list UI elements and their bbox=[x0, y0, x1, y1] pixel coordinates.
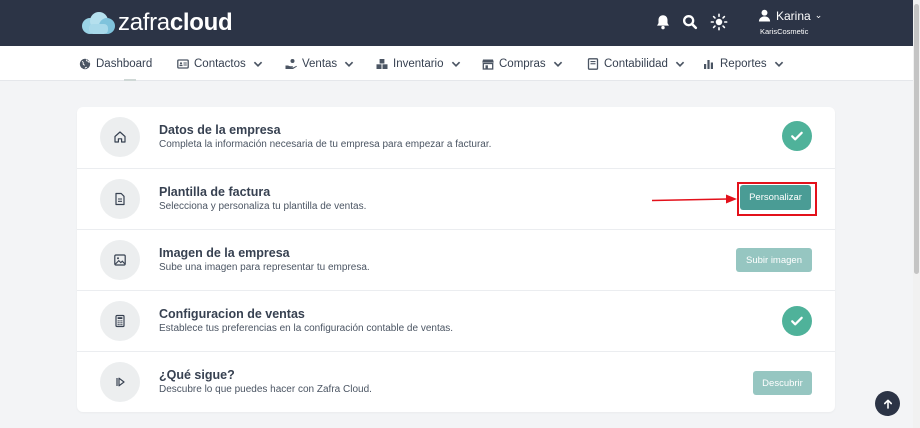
top-bar: zafracloud Karina ⌄ KarisCosmetic bbox=[0, 0, 920, 46]
document-icon bbox=[100, 179, 140, 219]
step-title: Imagen de la empresa bbox=[159, 246, 290, 260]
step-que-sigue: ¿Qué sigue? Descubre lo que puedes hacer… bbox=[77, 351, 835, 412]
calculator-icon bbox=[100, 301, 140, 341]
nav-active-indicator bbox=[124, 79, 136, 81]
step-datos-empresa: Datos de la empresa Completa la informac… bbox=[77, 107, 835, 168]
user-icon bbox=[758, 9, 771, 22]
cloud-logo-icon bbox=[82, 12, 115, 34]
search-icon[interactable] bbox=[681, 13, 699, 31]
step-description: Sube una imagen para representar tu empr… bbox=[159, 262, 370, 273]
nav-dashboard[interactable]: Dashboard bbox=[79, 46, 152, 81]
step-description: Descubre lo que puedes hacer con Zafra C… bbox=[159, 384, 372, 395]
step-description: Selecciona y personaliza tu plantilla de… bbox=[159, 201, 367, 212]
step-description: Completa la información necesaria de tu … bbox=[159, 139, 492, 150]
company-name: KarisCosmetic bbox=[760, 27, 809, 36]
nav-label: Reportes bbox=[720, 57, 767, 70]
boxes-icon bbox=[376, 58, 388, 69]
chevron-down-icon bbox=[675, 61, 685, 67]
bell-icon[interactable] bbox=[654, 13, 672, 31]
home-icon bbox=[100, 117, 140, 157]
book-icon bbox=[587, 57, 599, 70]
check-icon bbox=[782, 121, 812, 151]
step-imagen-empresa: Imagen de la empresa Sube una imagen par… bbox=[77, 229, 835, 290]
nav-reportes[interactable]: Reportes bbox=[703, 46, 790, 81]
nav-label: Contactos bbox=[194, 57, 246, 70]
nav-ventas[interactable]: Ventas bbox=[285, 46, 360, 81]
step-title: Datos de la empresa bbox=[159, 123, 281, 137]
annotation-highlight-box bbox=[737, 182, 817, 216]
chevron-down-icon bbox=[553, 61, 562, 67]
check-icon bbox=[782, 306, 812, 336]
logo-text-bold: cloud bbox=[169, 9, 233, 36]
nav-label: Ventas bbox=[302, 57, 338, 70]
onboarding-checklist: Datos de la empresa Completa la informac… bbox=[77, 107, 835, 412]
step-title: ¿Qué sigue? bbox=[159, 368, 235, 382]
store-icon bbox=[482, 59, 494, 70]
step-title: Plantilla de factura bbox=[159, 185, 271, 199]
chevron-down-icon bbox=[774, 61, 783, 67]
nav-compras[interactable]: Compras bbox=[482, 46, 569, 81]
chevron-down-icon bbox=[344, 61, 354, 67]
nav-label: Compras bbox=[499, 57, 546, 70]
id-card-icon bbox=[177, 58, 189, 69]
chevron-down-icon bbox=[253, 61, 262, 67]
scrollbar-thumb[interactable] bbox=[914, 4, 919, 274]
nav-label: Dashboard bbox=[96, 57, 153, 70]
user-menu[interactable]: Karina ⌄ KarisCosmetic bbox=[758, 7, 838, 39]
nav-contabilidad[interactable]: Contabilidad bbox=[587, 46, 691, 81]
app-logo[interactable]: zafracloud bbox=[80, 8, 233, 38]
subir-imagen-button[interactable]: Subir imagen bbox=[736, 248, 812, 272]
chevron-down-icon bbox=[451, 61, 460, 67]
main-nav: Dashboard Contactos Ventas Inventario Co… bbox=[0, 46, 920, 81]
nav-contactos[interactable]: Contactos bbox=[177, 46, 269, 81]
logo-text: zafracloud bbox=[118, 9, 233, 37]
bar-chart-icon bbox=[704, 59, 713, 69]
descubrir-button[interactable]: Descubrir bbox=[753, 371, 812, 395]
logo-text-light: zafra bbox=[118, 9, 170, 36]
play-icon bbox=[100, 362, 140, 402]
nav-label: Inventario bbox=[393, 57, 444, 70]
chevron-down-icon: ⌄ bbox=[814, 10, 823, 20]
step-description: Establece tus preferencias en la configu… bbox=[159, 323, 454, 334]
hand-coin-icon bbox=[285, 58, 297, 69]
annotation-arrow-icon bbox=[651, 194, 737, 204]
nav-inventario[interactable]: Inventario bbox=[376, 46, 467, 81]
image-icon bbox=[100, 240, 140, 280]
scroll-to-top-button[interactable] bbox=[875, 391, 900, 416]
globe-icon bbox=[79, 58, 91, 69]
nav-label: Contabilidad bbox=[604, 57, 668, 70]
user-name: Karina bbox=[776, 8, 811, 23]
step-title: Configuracion de ventas bbox=[159, 307, 305, 321]
sun-icon[interactable] bbox=[710, 13, 728, 31]
arrow-up-icon bbox=[883, 399, 892, 409]
step-configuracion-ventas: Configuracion de ventas Establece tus pr… bbox=[77, 290, 835, 351]
